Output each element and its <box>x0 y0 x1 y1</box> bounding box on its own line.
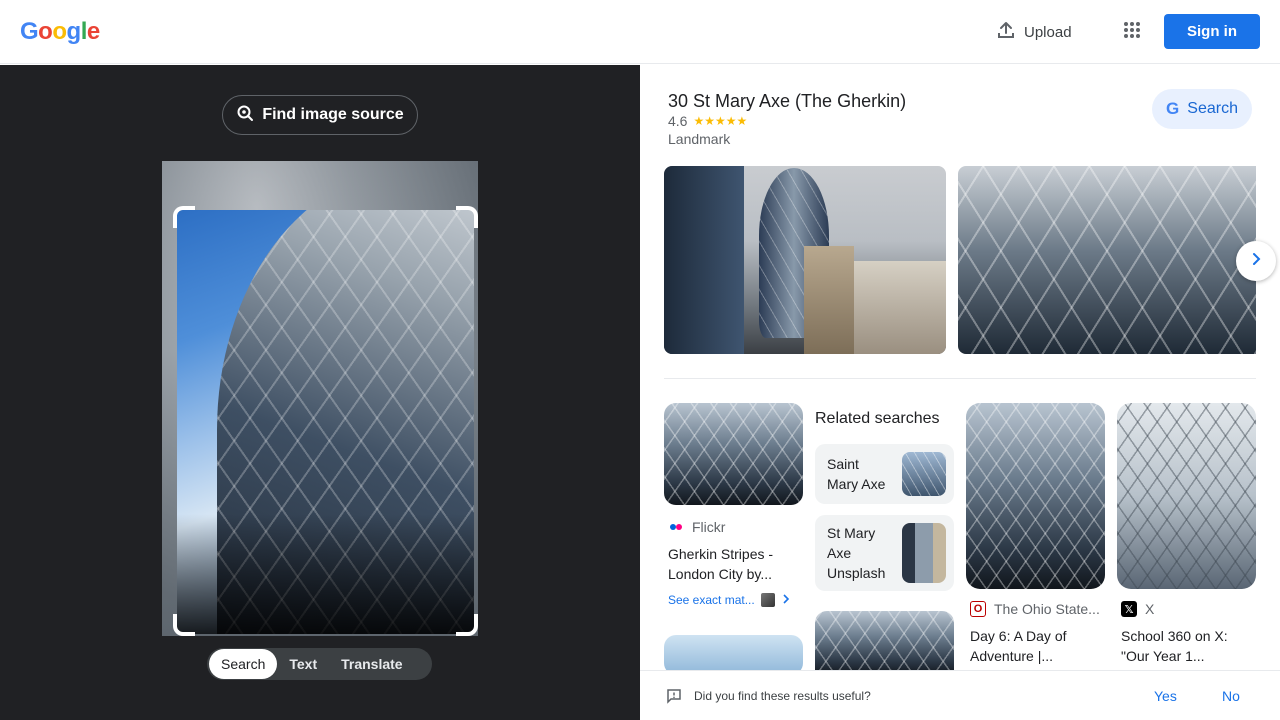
find-image-source-label: Find image source <box>262 106 404 123</box>
feedback-icon <box>666 688 682 709</box>
star-rating-icon: ★★★★★ <box>693 114 748 128</box>
google-apps-button[interactable] <box>1114 14 1150 50</box>
google-search-label: Search <box>1187 100 1238 117</box>
entity-title[interactable]: 30 St Mary Axe (The Gherkin) <box>668 91 906 112</box>
carousel-next-button[interactable] <box>1236 241 1276 281</box>
result-title-line: Day 6: A Day of <box>970 628 1067 644</box>
upload-icon <box>996 20 1016 44</box>
tab-search[interactable]: Search <box>209 649 278 679</box>
result-source: Flickr <box>668 519 725 535</box>
result-title-line: "Our Year 1... <box>1121 648 1205 664</box>
entity-type: Landmark <box>668 131 731 147</box>
flickr-icon <box>668 519 684 535</box>
divider <box>664 378 1256 379</box>
chevron-right-icon <box>1249 252 1263 271</box>
upload-button[interactable]: Upload <box>984 14 1084 50</box>
result-title-line: Adventure |... <box>970 648 1054 664</box>
lens-search-icon <box>236 104 254 127</box>
crop-handle-bottom-left[interactable] <box>173 614 195 636</box>
result-source-name: X <box>1145 601 1155 617</box>
tab-translate[interactable]: Translate <box>329 649 414 679</box>
related-search-line: Unsplash <box>827 565 886 581</box>
chevron-right-icon <box>781 593 791 607</box>
results-panel: 30 St Mary Axe (The Gherkin) 4.6 ★★★★★ L… <box>640 65 1280 720</box>
query-image-panel: Find image source Search Text Translate <box>0 65 640 720</box>
related-search-line: Mary Axe <box>827 476 886 492</box>
result-title[interactable]: School 360 on X: "Our Year 1... <box>1121 626 1228 666</box>
result-image-flickr[interactable] <box>664 403 803 505</box>
exact-match-thumbnail <box>760 593 775 607</box>
ohio-state-icon: O <box>970 601 986 617</box>
see-exact-matches-link[interactable]: See exact mat... <box>668 593 791 607</box>
sign-in-button[interactable]: Sign in <box>1164 14 1260 49</box>
result-source-name: The Ohio State... <box>994 601 1100 617</box>
logo-letter: e <box>86 18 100 45</box>
related-search-label: Saint Mary Axe <box>827 454 885 494</box>
feedback-no-button[interactable]: No <box>1222 688 1240 704</box>
crop-handle-top-left[interactable] <box>173 206 195 228</box>
logo-letter: o <box>38 18 53 45</box>
upload-label: Upload <box>1024 23 1072 41</box>
google-g-icon: G <box>1166 99 1180 118</box>
logo-letter: G <box>20 18 39 45</box>
mode-tabs: Search Text Translate <box>207 648 432 680</box>
tab-text[interactable]: Text <box>277 649 329 679</box>
feedback-bar: Did you find these results useful? Yes N… <box>640 670 1280 720</box>
result-image[interactable] <box>815 611 954 675</box>
result-image[interactable] <box>664 635 803 675</box>
result-title-line: Gherkin Stripes - <box>668 546 774 562</box>
related-search-thumbnail <box>902 523 946 583</box>
find-image-source-button[interactable]: Find image source <box>222 95 418 135</box>
feedback-question: Did you find these results useful? <box>694 689 871 703</box>
result-source: 𝕏 X <box>1121 601 1154 617</box>
related-search-item[interactable]: Saint Mary Axe <box>815 444 954 504</box>
result-title-line: London City by... <box>668 566 773 582</box>
related-search-label: St Mary Axe Unsplash <box>827 523 885 583</box>
result-source-name: Flickr <box>692 519 726 535</box>
entity-rating: 4.6 ★★★★★ <box>668 113 747 129</box>
feedback-yes-button[interactable]: Yes <box>1154 688 1177 704</box>
crop-handle-bottom-right[interactable] <box>456 614 478 636</box>
logo-letter: o <box>52 18 67 45</box>
crop-selection[interactable] <box>177 210 474 634</box>
crop-handle-top-right[interactable] <box>456 206 478 228</box>
result-title-line: School 360 on X: <box>1121 628 1228 644</box>
top-header: Google Upload Sign in <box>0 0 1280 64</box>
x-logo-icon: 𝕏 <box>1121 601 1137 617</box>
related-search-item[interactable]: St Mary Axe Unsplash <box>815 515 954 591</box>
related-search-line: Saint <box>827 456 859 472</box>
logo-letter: g <box>66 18 82 45</box>
apps-grid-icon <box>1123 21 1141 44</box>
result-image-ohio-state[interactable] <box>966 403 1105 589</box>
result-image-x[interactable] <box>1117 403 1256 589</box>
result-title[interactable]: Gherkin Stripes - London City by... <box>668 544 773 584</box>
google-search-button[interactable]: G Search <box>1152 89 1252 129</box>
see-exact-label: See exact mat... <box>668 593 755 607</box>
related-searches-heading: Related searches <box>815 410 940 427</box>
rating-value: 4.6 <box>668 113 688 129</box>
related-search-line: St Mary <box>827 525 876 541</box>
result-source: O The Ohio State... <box>970 601 1100 617</box>
entity-photo-1[interactable] <box>664 166 946 354</box>
related-search-thumbnail <box>902 452 946 496</box>
related-search-line: Axe <box>827 545 852 561</box>
google-logo[interactable]: Google <box>20 18 100 46</box>
entity-photo-2[interactable] <box>958 166 1256 354</box>
result-title[interactable]: Day 6: A Day of Adventure |... <box>970 626 1067 666</box>
